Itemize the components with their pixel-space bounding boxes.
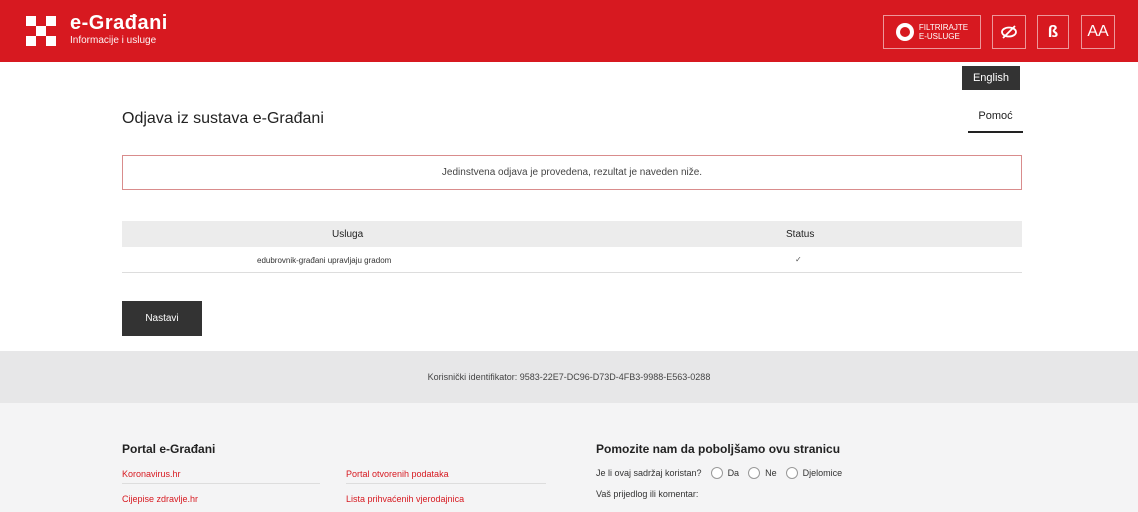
service-name: edubrovnik-građani upravljaju gradom	[257, 256, 392, 265]
page-title: Odjava iz sustava e-Građani	[122, 110, 324, 127]
table-row: edubrovnik-građani upravljaju gradom ✓	[122, 247, 1022, 273]
question-label: Je li ovaj sadržaj koristan?	[596, 468, 702, 478]
site-title: e-Građani	[70, 12, 168, 34]
results-table-header: Usluga Status	[122, 221, 1022, 247]
usefulness-question: Je li ovaj sadržaj koristan? Da Ne Djelo…	[596, 467, 842, 479]
logout-notice: Jedinstvena odjava je provedena, rezulta…	[122, 155, 1022, 190]
footer-link-open-data[interactable]: Portal otvorenih podataka	[346, 469, 449, 479]
footer-divider	[122, 483, 320, 484]
e-gradani-logo-icon	[26, 16, 56, 46]
help-link[interactable]: Pomoć	[968, 110, 1023, 133]
column-header-service: Usluga	[332, 229, 364, 240]
radio-djelomice[interactable]	[785, 467, 798, 479]
radio-da[interactable]	[710, 467, 723, 479]
font-size-button[interactable]: AA	[1081, 15, 1115, 49]
radio-ne[interactable]	[748, 467, 761, 479]
option-djelomice: Djelomice	[802, 468, 843, 478]
footer-portal-title: Portal e-Građani	[122, 442, 216, 456]
continue-button[interactable]: Nastavi	[122, 301, 202, 336]
top-header: e-Građani Informacije i usluge FILTRIRAJ…	[0, 0, 1138, 62]
filter-button-label: FILTRIRAJTE E-USLUGE	[919, 23, 968, 41]
footer: Portal e-Građani Koronavirus.hr Portal o…	[0, 403, 1138, 512]
footer-divider	[346, 483, 546, 484]
hide-visibility-button[interactable]	[992, 15, 1026, 49]
globe-icon	[895, 23, 914, 41]
english-language-button[interactable]: English	[962, 66, 1020, 90]
footer-link-credentials[interactable]: Lista prihvaćenih vjerodajnica	[346, 494, 464, 504]
status-check-icon: ✓	[795, 255, 802, 264]
comment-label: Vaš prijedlog ili komentar:	[596, 489, 699, 499]
eye-slash-icon	[1001, 25, 1017, 39]
dyslexia-font-button[interactable]: ß	[1037, 15, 1069, 49]
user-identifier: Korisnički identifikator: 9583-22E7-DC96…	[0, 351, 1138, 403]
column-header-status: Status	[786, 229, 815, 240]
option-ne: Ne	[765, 468, 777, 478]
filter-e-services-button[interactable]: FILTRIRAJTE E-USLUGE	[883, 15, 981, 49]
footer-link-koronavirus[interactable]: Koronavirus.hr	[122, 469, 181, 479]
footer-link-vaccination[interactable]: Cijepise zdravlje.hr	[122, 494, 198, 504]
filter-label-line-1: FILTRIRAJTE	[918, 23, 969, 32]
feedback-title: Pomozite nam da poboljšamo ovu stranicu	[596, 442, 841, 456]
filter-label-line-2: E-USLUGE	[918, 32, 960, 41]
site-subtitle: Informacije i usluge	[70, 35, 157, 46]
option-da: Da	[727, 468, 740, 478]
